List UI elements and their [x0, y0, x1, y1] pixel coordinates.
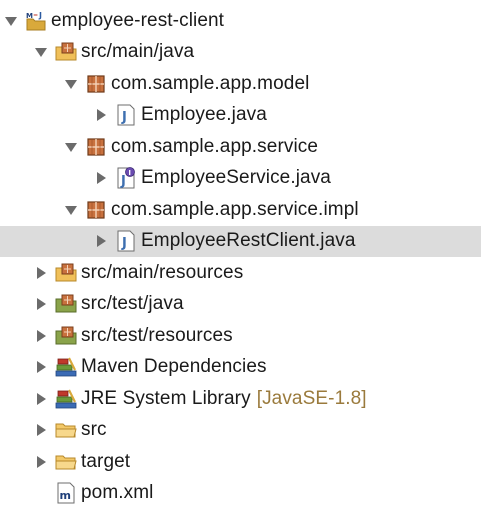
test-source-folder-icon [55, 325, 77, 347]
tree-item-label: target [81, 450, 131, 472]
tree-item-package-service[interactable]: com.sample.app.service [0, 131, 481, 163]
svg-text:≃: ≃ [33, 12, 38, 19]
tree-item-package-service-impl[interactable]: com.sample.app.service.impl [0, 194, 481, 226]
collapsed-chevron-icon[interactable] [33, 454, 49, 470]
java-file-icon: J [115, 104, 137, 126]
tree-item-employee-rest-client-java[interactable]: J EmployeeRestClient.java [0, 225, 481, 257]
package-icon [85, 73, 107, 95]
project-explorer-tree: M ≃ J employee-rest-client src/main/java [0, 5, 481, 509]
tree-item-label: src/main/resources [81, 261, 244, 283]
collapsed-chevron-icon[interactable] [33, 359, 49, 375]
tree-item-employee-service-java[interactable]: J I EmployeeService.java [0, 163, 481, 195]
collapsed-chevron-icon[interactable] [33, 296, 49, 312]
maven-pom-file-icon: m [55, 482, 77, 504]
tree-item-src-test-resources[interactable]: src/test/resources [0, 320, 481, 352]
svg-text:M: M [26, 12, 33, 20]
tree-item-src-main-resources[interactable]: src/main/resources [0, 257, 481, 289]
svg-text:I: I [128, 169, 131, 177]
tree-item-label: pom.xml [81, 482, 154, 504]
package-icon [85, 199, 107, 221]
source-folder-icon [55, 41, 77, 63]
tree-item-label: com.sample.app.model [111, 72, 310, 94]
maven-java-project-icon: M ≃ J [25, 10, 47, 32]
collapsed-chevron-icon[interactable] [33, 328, 49, 344]
tree-item-maven-dependencies[interactable]: Maven Dependencies [0, 352, 481, 384]
tree-item-employee-java[interactable]: J Employee.java [0, 100, 481, 132]
tree-item-label: src/main/java [81, 41, 195, 63]
expanded-chevron-icon[interactable] [33, 44, 49, 60]
folder-icon [55, 419, 77, 441]
collapsed-chevron-icon[interactable] [93, 170, 109, 186]
collapsed-chevron-icon[interactable] [33, 265, 49, 281]
svg-text:J: J [38, 11, 42, 20]
tree-item-jre-system-library[interactable]: JRE System Library [JavaSE-1.8] [0, 383, 481, 415]
source-folder-icon [55, 262, 77, 284]
collapsed-chevron-icon[interactable] [93, 233, 109, 249]
tree-item-src-main-java[interactable]: src/main/java [0, 37, 481, 69]
tree-item-package-model[interactable]: com.sample.app.model [0, 68, 481, 100]
tree-item-label: src [81, 419, 107, 441]
tree-item-label: com.sample.app.service.impl [111, 198, 359, 220]
folder-icon [55, 451, 77, 473]
expanded-chevron-icon[interactable] [63, 76, 79, 92]
tree-item-label: employee-rest-client [51, 9, 225, 31]
svg-text:J: J [121, 110, 127, 125]
expanded-chevron-icon[interactable] [63, 202, 79, 218]
svg-text:J: J [120, 174, 126, 189]
tree-item-src-test-java[interactable]: src/test/java [0, 289, 481, 321]
collapsed-chevron-icon[interactable] [33, 391, 49, 407]
test-source-folder-icon [55, 293, 77, 315]
tree-item-src-folder[interactable]: src [0, 415, 481, 447]
java-interface-file-icon: J I [115, 167, 137, 189]
svg-text:J: J [121, 236, 127, 251]
tree-item-project[interactable]: M ≃ J employee-rest-client [0, 5, 481, 37]
tree-item-label: src/test/java [81, 293, 184, 315]
library-icon [55, 388, 77, 410]
library-icon [55, 356, 77, 378]
partial-next-item-icon: M J [33, 505, 63, 512]
tree-item-label: Employee.java [141, 104, 267, 126]
collapsed-chevron-icon[interactable] [93, 107, 109, 123]
tree-item-label: EmployeeService.java [141, 167, 331, 189]
tree-item-pom-xml[interactable]: m pom.xml [0, 478, 481, 510]
tree-item-label: src/test/resources [81, 324, 233, 346]
tree-item-label: JRE System Library [81, 387, 251, 409]
jre-version-decoration: [JavaSE-1.8] [256, 387, 367, 409]
collapsed-chevron-icon[interactable] [33, 422, 49, 438]
tree-item-label: com.sample.app.service [111, 135, 319, 157]
package-icon [85, 136, 107, 158]
tree-item-target-folder[interactable]: target [0, 446, 481, 478]
svg-text:m: m [60, 489, 71, 502]
expanded-chevron-icon[interactable] [3, 13, 19, 29]
java-file-icon: J [115, 230, 137, 252]
expanded-chevron-icon[interactable] [63, 139, 79, 155]
tree-item-label: Maven Dependencies [81, 356, 267, 378]
tree-item-label: EmployeeRestClient.java [141, 230, 356, 252]
